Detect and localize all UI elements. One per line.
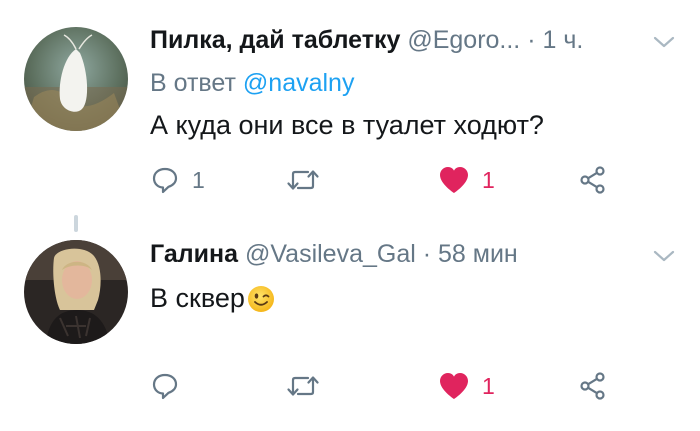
author-handle[interactable]: @Vasileva_Gal xyxy=(245,240,416,268)
tweet-text: А куда они все в туалет ходют? xyxy=(150,110,544,140)
timestamp[interactable]: 1 ч. xyxy=(543,26,584,54)
timestamp[interactable]: 58 мин xyxy=(438,240,518,268)
reply-count: 1 xyxy=(192,166,205,193)
tweet-text: В сквер xyxy=(150,282,275,320)
reply-context: В ответ @navalny xyxy=(150,68,354,98)
avatar[interactable] xyxy=(24,27,128,131)
reply-button[interactable] xyxy=(150,368,192,404)
author-name[interactable]: Галина xyxy=(150,240,238,268)
tweet-header: Галина @Vasileva_Gal · 58 мин xyxy=(150,239,518,269)
caret-down-icon[interactable] xyxy=(652,248,676,264)
heart-icon xyxy=(440,167,468,193)
tweet-text-content: В сквер xyxy=(150,283,245,313)
reply-mention-link[interactable]: @navalny xyxy=(243,69,355,97)
like-button[interactable]: 1 xyxy=(438,368,495,404)
retweet-icon xyxy=(287,376,319,396)
reply-icon xyxy=(152,373,178,400)
like-count: 1 xyxy=(482,166,495,193)
retweet-button[interactable] xyxy=(286,368,332,404)
separator: · xyxy=(527,26,536,54)
tweet[interactable]: Пилка, дай таблетку @Egoro... · 1 ч. В о… xyxy=(0,0,700,214)
action-bar: 1 1 xyxy=(0,162,700,198)
reply-button[interactable]: 1 xyxy=(150,162,205,198)
retweet-icon xyxy=(287,170,319,190)
share-button[interactable] xyxy=(578,368,608,404)
author-handle[interactable]: @Egoro... xyxy=(407,26,520,54)
tweet[interactable]: Галина @Vasileva_Gal · 58 мин В сквер 1 xyxy=(0,214,700,431)
author-name[interactable]: Пилка, дай таблетку xyxy=(150,26,400,54)
retweet-button[interactable] xyxy=(286,162,332,198)
reply-prefix: В ответ xyxy=(150,69,236,97)
heart-icon xyxy=(440,373,468,399)
like-count: 1 xyxy=(482,372,495,399)
tweet-header: Пилка, дай таблетку @Egoro... · 1 ч. xyxy=(150,25,583,55)
like-button[interactable]: 1 xyxy=(438,162,495,198)
action-bar: 1 xyxy=(0,368,700,404)
share-icon xyxy=(580,372,605,400)
share-icon xyxy=(580,166,605,194)
winking-face-emoji xyxy=(247,285,275,320)
avatar[interactable] xyxy=(24,240,128,344)
reply-icon xyxy=(152,167,178,194)
share-button[interactable] xyxy=(578,162,608,198)
separator: · xyxy=(422,240,432,268)
caret-down-icon[interactable] xyxy=(652,34,676,50)
